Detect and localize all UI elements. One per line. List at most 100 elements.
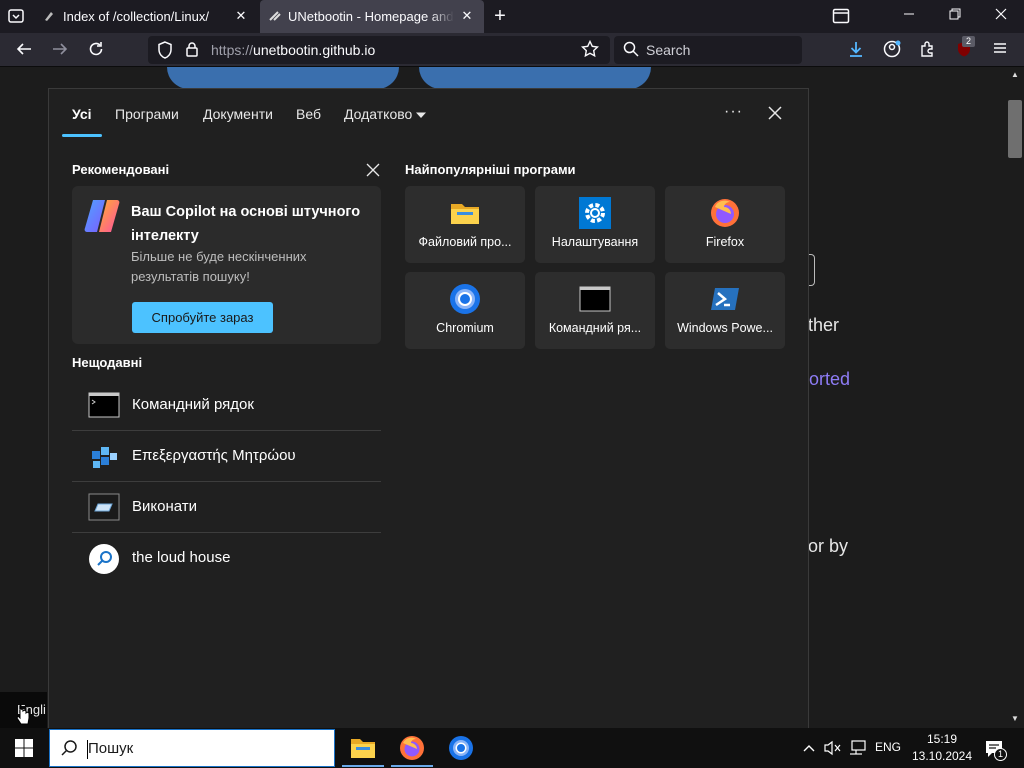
taskbar-clock[interactable]: 15:19 13.10.2024 (900, 731, 984, 765)
firefox-icon (709, 197, 741, 229)
tab-favicon-icon (268, 9, 282, 23)
page-text-fragment: or by (808, 536, 849, 556)
tab-list-icon[interactable] (6, 7, 26, 27)
tab-all[interactable]: Усі (72, 106, 92, 122)
new-tab-icon[interactable]: + (490, 6, 510, 27)
web-search-placeholder: Search (646, 42, 691, 58)
tab-web[interactable]: Веб (296, 106, 321, 122)
copilot-logo-icon (83, 198, 121, 234)
app-tile-label: Windows Powe... (677, 321, 773, 335)
clock-time: 15:19 (926, 732, 958, 746)
cmd-icon (579, 283, 611, 315)
taskbar-active-indicator (391, 765, 433, 767)
desktop: Index of /collection/Linux/ ✕ UNetbootin… (0, 0, 1024, 768)
account-icon[interactable] (882, 40, 902, 60)
dismiss-recommended-icon[interactable] (365, 162, 381, 178)
windows-start-icon[interactable] (15, 739, 33, 757)
top-apps-heading: Найпопулярніші програми (405, 162, 576, 177)
search-icon (622, 41, 640, 59)
minimize-icon[interactable] (900, 7, 918, 25)
taskbar-search-box[interactable]: Пошук (49, 729, 335, 767)
app-tile-label: Firefox (705, 235, 745, 249)
recent-item-run[interactable]: Виконати (72, 482, 381, 533)
tab-favicon-icon (42, 9, 56, 23)
network-icon[interactable] (848, 740, 866, 756)
chevron-down-icon[interactable] (415, 108, 427, 120)
app-tile-firefox[interactable]: Firefox (665, 186, 785, 263)
tab-more[interactable]: Додатково (344, 106, 412, 122)
page-download-button-windows[interactable] (167, 67, 399, 89)
taskbar-chromium-icon[interactable] (448, 735, 474, 761)
app-tile-file-explorer[interactable]: Файловий про... (405, 186, 525, 263)
app-tile-label: Командний ря... (548, 321, 642, 335)
url-text[interactable]: https://unetbootin.github.io (211, 42, 375, 58)
page-scrollbar[interactable] (1006, 67, 1024, 728)
tab-apps[interactable]: Програми (115, 106, 179, 122)
downloads-icon[interactable] (846, 40, 866, 60)
page-scrollbar-thumb[interactable] (1008, 100, 1022, 158)
recent-heading: Нещодавні (72, 355, 143, 370)
copilot-title: Ваш Copilot на основі штучного інтелекту (131, 204, 361, 244)
extensions-icon[interactable] (918, 40, 938, 60)
recent-item-label: the loud house (132, 549, 231, 566)
powershell-icon (709, 283, 741, 315)
restore-icon[interactable] (946, 7, 964, 25)
tray-overflow-chevron-icon[interactable] (802, 741, 816, 755)
recent-item-regedit[interactable]: Επεξεργαστής Μητρώου (72, 431, 381, 482)
tracking-protection-shield-icon[interactable] (156, 41, 174, 59)
recent-item-label: Командний рядок (132, 396, 254, 413)
scroll-up-icon[interactable]: ▲ (1009, 70, 1021, 80)
tab-title: UNetbootin - Homepage and Do (288, 9, 453, 24)
mouse-cursor-icon (16, 704, 30, 726)
regedit-icon (88, 441, 120, 471)
recommended-heading: Рекомендовані (72, 162, 170, 177)
forward-icon[interactable] (50, 40, 70, 60)
back-icon[interactable] (14, 40, 34, 60)
app-tile-cmd[interactable]: Командний ря... (535, 272, 655, 349)
app-tile-settings[interactable]: Налаштування (535, 186, 655, 263)
bookmark-star-icon[interactable] (580, 39, 600, 60)
recent-item-search[interactable]: the loud house (72, 533, 381, 584)
input-language-indicator[interactable]: ENG (875, 740, 901, 754)
recent-item-cmd[interactable]: Командний рядок (72, 380, 381, 431)
reload-icon[interactable] (86, 40, 106, 60)
extension-badge: 2 (962, 36, 975, 47)
tab-unetbootin[interactable]: UNetbootin - Homepage and Do ✕ (260, 0, 484, 33)
app-tile-label: Налаштування (551, 235, 639, 249)
url-scheme: https:// (211, 42, 254, 58)
tab-index-of-linux[interactable]: Index of /collection/Linux/ ✕ (36, 0, 258, 33)
tab-close-icon[interactable]: ✕ (460, 9, 474, 23)
tab-documents[interactable]: Документи (203, 106, 273, 122)
app-tile-powershell[interactable]: Windows Powe... (665, 272, 785, 349)
taskbar-firefox-icon[interactable] (399, 735, 425, 761)
try-now-button[interactable]: Спробуйте зараз (132, 302, 273, 333)
run-icon (88, 492, 120, 522)
file-explorer-icon (449, 197, 481, 229)
tab-close-icon[interactable]: ✕ (234, 9, 248, 23)
url-host: unetbootin.github.io (253, 42, 376, 58)
app-tile-label: Файловий про... (418, 235, 512, 249)
clock-date: 13.10.2024 (911, 749, 973, 763)
more-options-icon[interactable]: ··· (724, 103, 743, 121)
recent-item-label: Επεξεργαστής Μητρώου (132, 447, 296, 464)
scroll-down-icon[interactable]: ▼ (1009, 714, 1021, 724)
chromium-icon (449, 283, 481, 315)
settings-icon (579, 197, 611, 229)
firefox-view-icon[interactable] (832, 8, 850, 26)
volume-muted-icon[interactable] (824, 740, 842, 756)
page-download-button-linux[interactable] (419, 67, 651, 89)
recent-item-label: Виконати (132, 498, 198, 515)
close-panel-icon[interactable] (766, 104, 784, 122)
taskbar-search-placeholder: Пошук (88, 740, 134, 757)
close-window-icon[interactable] (992, 7, 1010, 25)
web-search-bar[interactable] (614, 36, 802, 64)
taskbar-file-explorer-icon[interactable] (350, 736, 376, 760)
page-text-fragment: ther (808, 315, 840, 335)
active-tab-indicator (62, 134, 102, 137)
hamburger-menu-icon[interactable] (990, 40, 1010, 60)
search-icon (88, 543, 120, 574)
lock-icon[interactable] (183, 41, 201, 59)
page-link-fragment[interactable]: orted (809, 369, 850, 390)
cmd-icon (88, 390, 120, 420)
app-tile-chromium[interactable]: Chromium (405, 272, 525, 349)
